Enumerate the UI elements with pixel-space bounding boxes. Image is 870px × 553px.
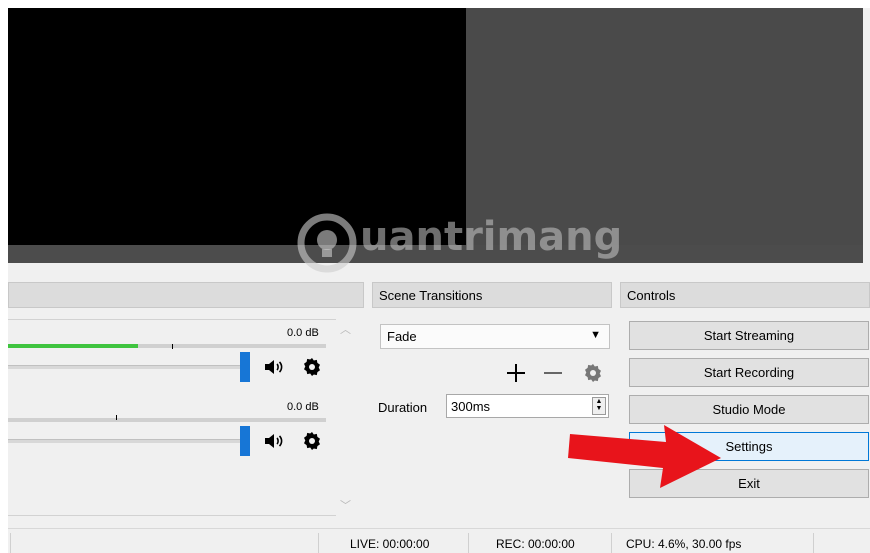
- gear-icon[interactable]: [301, 430, 323, 452]
- status-separator: [468, 533, 469, 553]
- lightbulb-logo-icon: [297, 213, 357, 273]
- transition-selected-value: Fade: [387, 329, 417, 344]
- scroll-up-icon[interactable]: ︿: [340, 321, 351, 337]
- watermark: uantrimang: [296, 206, 636, 276]
- duration-input[interactable]: 300ms ▲ ▼: [446, 394, 609, 418]
- status-bar: LIVE: 00:00:00 REC: 00:00:00 CPU: 4.6%, …: [8, 528, 870, 553]
- chevron-down-icon: ▼: [590, 329, 601, 341]
- cpu-fps-readout: CPU: 4.6%, 30.00 fps: [626, 537, 742, 551]
- gear-icon[interactable]: [301, 356, 323, 378]
- speaker-icon[interactable]: [263, 430, 285, 452]
- duration-value: 300ms: [451, 399, 491, 414]
- channel-1-volume-track[interactable]: [8, 365, 243, 369]
- duration-spinner[interactable]: ▲ ▼: [592, 397, 606, 415]
- rec-timer: REC: 00:00:00: [496, 537, 575, 551]
- add-transition-icon[interactable]: [504, 360, 528, 386]
- channel-2-volume-thumb[interactable]: [240, 426, 250, 456]
- channel-2-meter: [8, 418, 326, 422]
- live-timer: LIVE: 00:00:00: [350, 537, 430, 551]
- scene-transitions-title: Scene Transitions: [372, 282, 612, 308]
- channel-1-volume-thumb[interactable]: [240, 352, 250, 382]
- status-separator: [10, 533, 11, 553]
- channel-2-db: 0.0 dB: [287, 401, 319, 413]
- transition-gear-icon[interactable]: [581, 360, 605, 386]
- controls-title: Controls: [620, 282, 870, 308]
- red-arrow-annotation: [568, 425, 721, 488]
- preview-edge: [863, 8, 870, 263]
- channel-1-peak-tick: [172, 344, 173, 349]
- obs-window: uantrimang Scene Transitions Controls ︿ …: [8, 8, 870, 553]
- channel-1-db: 0.0 dB: [287, 327, 319, 339]
- duration-label: Duration: [378, 400, 428, 415]
- channel-1-meter-level: [8, 344, 138, 348]
- channel-2-volume-track[interactable]: [8, 439, 243, 443]
- watermark-text: uantrimang: [360, 214, 623, 260]
- scroll-down-icon[interactable]: ﹀: [340, 497, 351, 513]
- status-separator: [611, 533, 612, 553]
- remove-transition-icon[interactable]: [541, 360, 565, 386]
- start-streaming-button[interactable]: Start Streaming: [629, 321, 869, 350]
- transition-select[interactable]: Fade ▼: [380, 324, 610, 349]
- status-separator: [318, 533, 319, 553]
- audio-mixer-dock-title: [8, 282, 364, 308]
- channel-2-peak-tick: [116, 415, 117, 420]
- start-recording-button[interactable]: Start Recording: [629, 358, 869, 387]
- mixer-scrollbar[interactable]: ︿ ﹀: [336, 319, 356, 516]
- speaker-icon[interactable]: [263, 356, 285, 378]
- status-separator: [813, 533, 814, 553]
